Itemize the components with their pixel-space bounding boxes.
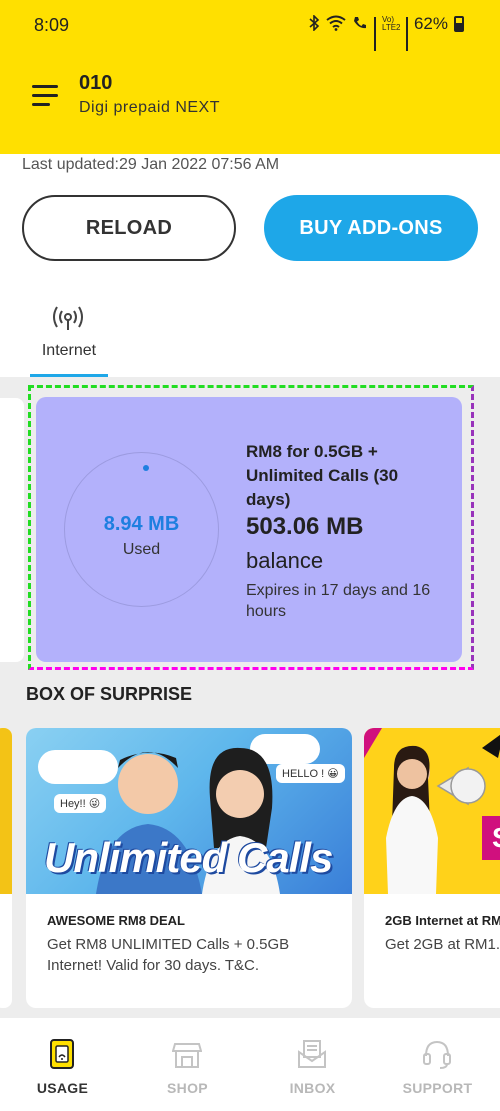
call-icon xyxy=(352,15,368,34)
status-bar: 8:09 Vo) LTE2 62% xyxy=(0,0,500,51)
nav-shop-label: SHOP xyxy=(167,1080,208,1096)
plan-title: RM8 for 0.5GB + Unlimited Calls (30 days… xyxy=(246,442,399,509)
shop-icon xyxy=(171,1038,203,1070)
promo-card-next[interactable]: S 2GB Internet at RM Get 2GB at RM1.! en… xyxy=(364,728,500,1008)
promo-banner-text-2: S xyxy=(482,816,500,860)
status-time: 8:09 xyxy=(34,15,70,35)
promo-description: Get RM8 UNLIMITED Calls + 0.5GB Internet… xyxy=(47,936,290,974)
status-icons: Vo) LTE2 62% xyxy=(308,13,464,51)
used-label: Used xyxy=(122,541,161,558)
battery-level: 62% xyxy=(413,14,448,33)
expiry-text: Expires in 17 days and 16 hours xyxy=(246,582,431,620)
nav-support[interactable]: SUPPORT xyxy=(375,1018,500,1111)
menu-icon[interactable] xyxy=(32,85,60,107)
promo-banner-text: Unlimited Calls xyxy=(44,834,333,881)
last-updated: Last updated:29 Jan 2022 07:56 AM xyxy=(22,156,280,173)
promo-title-2: 2GB Internet at RM xyxy=(385,913,500,928)
tab-internet-label: Internet xyxy=(41,342,97,359)
signal-icon-2 xyxy=(405,17,408,51)
balance-amount: 503.06 MB xyxy=(246,513,364,540)
promo-title: AWESOME RM8 DEAL xyxy=(47,913,185,928)
nav-usage-label: USAGE xyxy=(36,1080,89,1096)
bluetooth-icon xyxy=(308,13,320,34)
account-plan: Digi prepaid NEXT xyxy=(79,99,220,116)
headset-icon xyxy=(422,1038,452,1070)
promo-banner-image-2: S xyxy=(364,728,500,894)
promo-card[interactable]: Hey!! 😜 HELLO ! 😀 Unlimited Calls AWESOM… xyxy=(26,728,352,1008)
used-amount: 8.94 MB xyxy=(103,513,180,535)
wifi-icon xyxy=(326,15,346,34)
reload-button[interactable]: RELOAD xyxy=(22,195,236,261)
bottom-navigation: USAGE SHOP INBOX SUPPORT xyxy=(0,1018,500,1111)
signal-icon xyxy=(373,17,376,51)
balance-label: balance xyxy=(246,548,324,573)
nav-support-label: SUPPORT xyxy=(402,1080,473,1096)
tab-active-indicator xyxy=(30,374,108,377)
nav-inbox[interactable]: INBOX xyxy=(250,1018,375,1111)
antenna-icon xyxy=(52,304,84,332)
promo-bubble-left: Hey!! 😜 xyxy=(54,794,107,813)
nav-shop[interactable]: SHOP xyxy=(125,1018,250,1111)
inbox-icon xyxy=(297,1038,327,1070)
nav-inbox-label: INBOX xyxy=(289,1080,336,1096)
promo-bubble-right: HELLO ! 😀 xyxy=(276,764,345,783)
promo-description-2: Get 2GB at RM1.! enjoy more surf xyxy=(385,936,500,953)
nav-usage[interactable]: USAGE xyxy=(0,1018,125,1111)
battery-icon xyxy=(454,16,464,32)
tab-internet[interactable]: Internet xyxy=(30,300,108,377)
app-header: 8:09 Vo) LTE2 62% 010 Digi prepaid NEXT xyxy=(0,0,500,154)
usage-ring-progress xyxy=(143,465,149,471)
account-number: 010 xyxy=(79,72,113,94)
phone-usage-icon xyxy=(47,1038,77,1070)
network-label: Vo) LTE2 xyxy=(381,15,401,32)
buy-addons-button[interactable]: BUY ADD-ONS xyxy=(264,195,478,261)
promo-card-previous[interactable] xyxy=(0,728,12,1008)
previous-usage-card[interactable] xyxy=(0,398,24,662)
section-title: BOX OF SURPRISE xyxy=(26,684,193,704)
promo-banner-image: Hey!! 😜 HELLO ! 😀 Unlimited Calls xyxy=(26,728,352,894)
